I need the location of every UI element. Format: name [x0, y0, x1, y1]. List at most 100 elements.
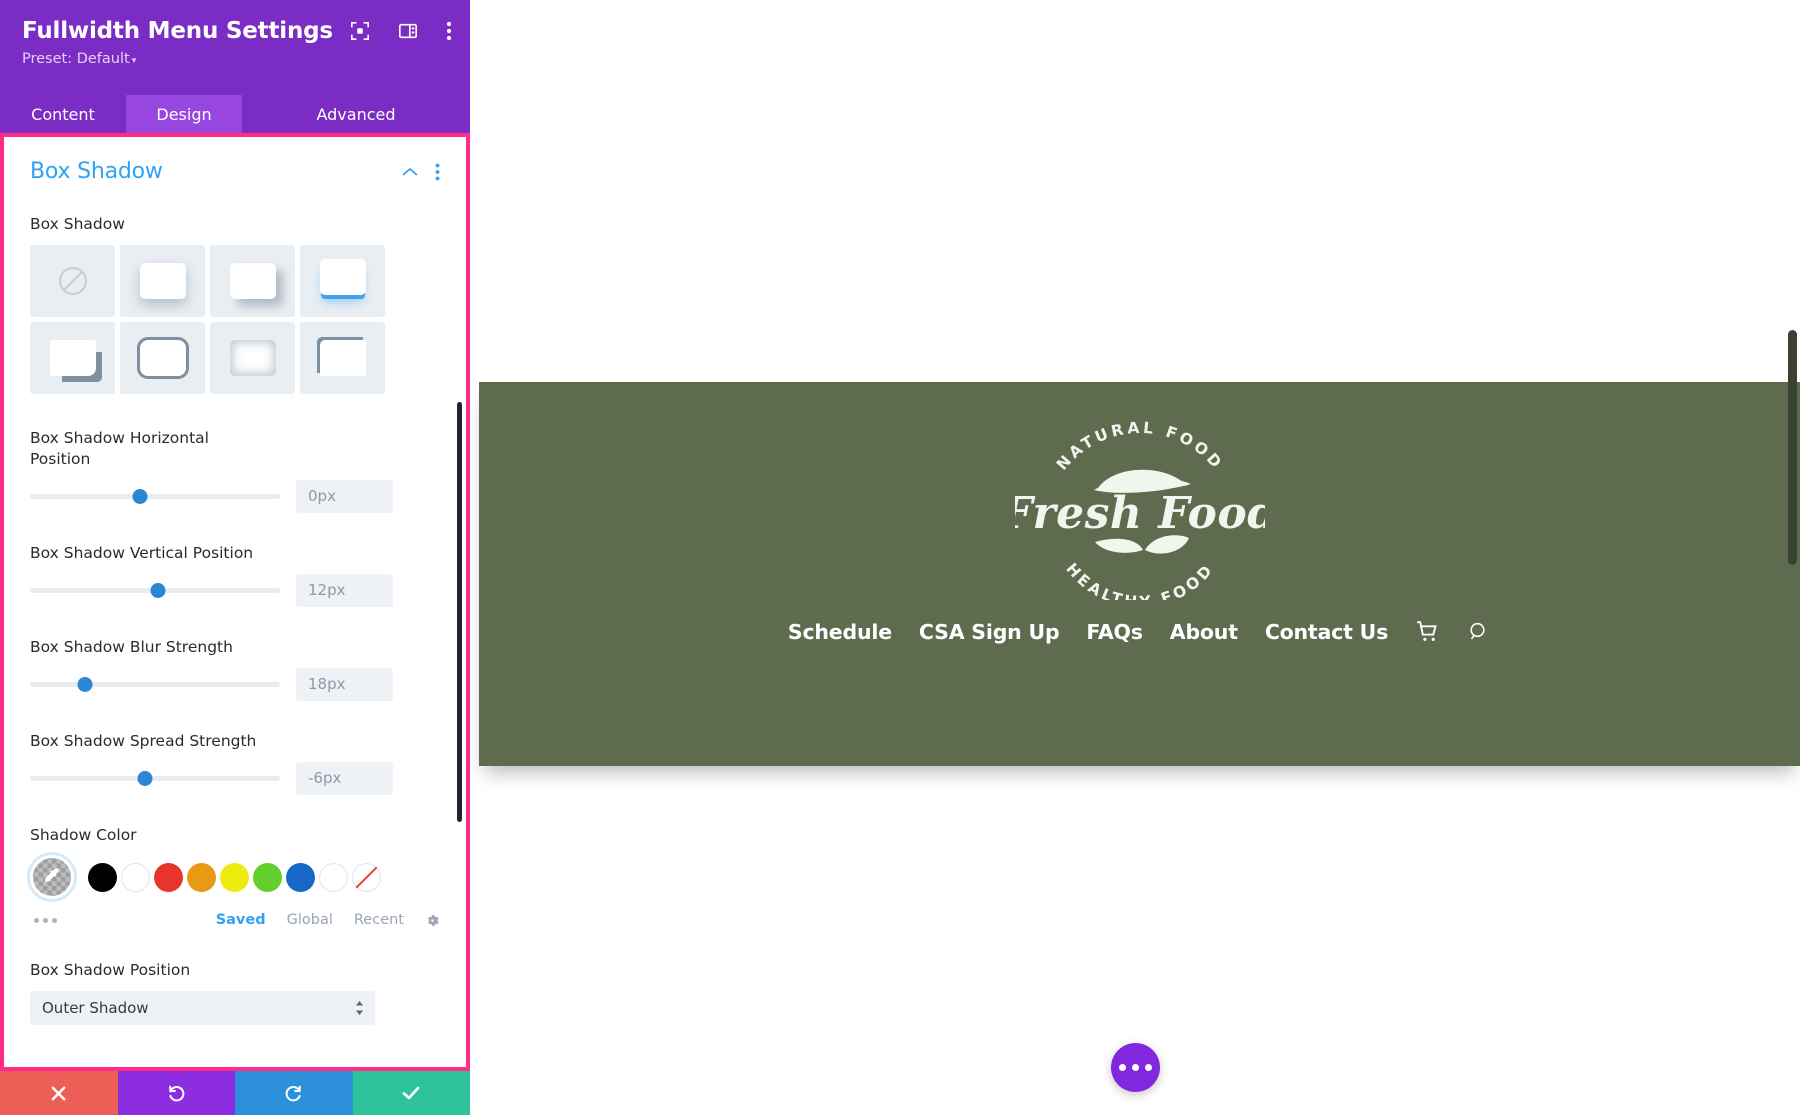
swatch-white-outline[interactable]: [319, 862, 348, 892]
gear-icon[interactable]: [425, 913, 440, 928]
site-logo[interactable]: NATURAL FOOD HEALTHY FOOD: [479, 420, 1800, 600]
box-shadow-position-select[interactable]: Outer Shadow: [30, 991, 375, 1026]
tab-content[interactable]: Content: [0, 95, 126, 133]
swatch-green[interactable]: [253, 862, 282, 892]
tab-advanced[interactable]: Advanced: [242, 95, 470, 133]
slider-knob[interactable]: [150, 583, 165, 599]
shadow-preset-offset-solid[interactable]: [30, 321, 115, 394]
horizontal-position-control: 0px: [30, 479, 440, 513]
slider-knob[interactable]: [137, 771, 153, 787]
svg-text:Fresh Food: Fresh Food: [1015, 488, 1265, 539]
shadow-color-swatches: [30, 855, 440, 900]
layout-panel-icon[interactable]: [398, 21, 418, 41]
panel-body: Box Shadow Box Shadow Box Shadow Horizon…: [4, 137, 466, 1067]
swatch-blue[interactable]: [286, 862, 315, 892]
save-button[interactable]: [352, 1071, 470, 1115]
panel-preset-label: Preset: Default: [22, 51, 130, 67]
kebab-menu-icon[interactable]: [435, 163, 440, 181]
vertical-position-control: 12px: [30, 573, 440, 607]
nav-item-about[interactable]: About: [1170, 620, 1238, 644]
cancel-button[interactable]: [0, 1071, 118, 1115]
panel-header: Fullwidth Menu Settings Preset: Default ▾: [0, 0, 470, 95]
nav-item-faqs[interactable]: FAQs: [1086, 620, 1143, 644]
panel-tabs: Content Design Advanced: [0, 95, 470, 133]
svg-text:NATURAL FOOD: NATURAL FOOD: [1052, 420, 1226, 474]
shadow-preset-none[interactable]: [30, 244, 115, 317]
module-settings-panel: Fullwidth Menu Settings Preset: Default ▾: [0, 0, 470, 1115]
panel-action-bar: [0, 1071, 470, 1115]
swatch-black[interactable]: [88, 862, 117, 892]
swatch-white[interactable]: [121, 862, 150, 892]
vertical-position-label: Box Shadow Vertical Position: [30, 543, 254, 562]
search-icon[interactable]: [1467, 620, 1491, 644]
panel-preset-selector[interactable]: Preset: Default ▾: [22, 51, 448, 67]
undo-icon: [166, 1083, 187, 1104]
swatch-orange[interactable]: [187, 862, 216, 892]
panel-header-icons: [350, 20, 452, 42]
vertical-position-value[interactable]: 12px: [296, 573, 393, 607]
kebab-menu-icon[interactable]: [446, 20, 452, 42]
no-shadow-icon: [58, 266, 87, 295]
primary-navigation[interactable]: Schedule CSA Sign Up FAQs About Contact …: [479, 619, 1800, 644]
slider-knob[interactable]: [132, 489, 148, 505]
blur-strength-label: Box Shadow Blur Strength: [30, 637, 233, 656]
tab-design[interactable]: Design: [126, 95, 242, 133]
box-shadow-preset-grid: [30, 244, 440, 394]
shadow-color-label: Shadow Color: [30, 825, 137, 844]
palette-tabs: Saved Global Recent: [216, 912, 440, 928]
ellipsis-icon[interactable]: [34, 917, 57, 923]
redo-button[interactable]: [235, 1071, 353, 1115]
horizontal-position-value[interactable]: 0px: [296, 479, 393, 513]
redo-icon: [283, 1083, 304, 1104]
chevron-up-icon[interactable]: [401, 166, 419, 178]
shadow-preset-underline-blue[interactable]: [300, 244, 385, 317]
ellipsis-dot: [1119, 1064, 1126, 1071]
swatch-red[interactable]: [154, 862, 183, 892]
ellipsis-dot: [1145, 1064, 1152, 1071]
box-shadow-position-label: Box Shadow Position: [30, 961, 191, 980]
section-title: Box Shadow: [30, 159, 163, 184]
vertical-position-slider[interactable]: [30, 580, 280, 600]
slider-knob[interactable]: [77, 677, 93, 693]
check-icon: [400, 1082, 422, 1104]
shadow-preset-bottom[interactable]: [120, 244, 205, 317]
shadow-preset-outline[interactable]: [120, 321, 205, 394]
panel-body-frame: Box Shadow Box Shadow Box Shadow Horizon…: [0, 133, 470, 1071]
eyedropper-icon[interactable]: [30, 855, 74, 900]
shadow-preset-inset[interactable]: [210, 321, 295, 394]
close-icon: [49, 1084, 68, 1103]
spread-strength-control: -6px: [30, 761, 440, 795]
shadow-preset-diagonal[interactable]: [210, 244, 295, 317]
page-scrollbar[interactable]: [1788, 330, 1797, 565]
fullwidth-menu-module[interactable]: NATURAL FOOD HEALTHY FOOD: [479, 382, 1800, 766]
spread-strength-value[interactable]: -6px: [296, 761, 393, 795]
undo-button[interactable]: [117, 1071, 235, 1115]
sort-arrows-icon: [354, 1000, 365, 1016]
palette-tab-recent[interactable]: Recent: [354, 912, 404, 928]
blur-strength-slider[interactable]: [30, 674, 280, 694]
swatch-transparent[interactable]: [352, 862, 381, 892]
chevron-down-icon: ▾: [131, 56, 137, 66]
swatch-yellow[interactable]: [220, 862, 249, 892]
nav-item-contact-us[interactable]: Contact Us: [1265, 620, 1388, 644]
slider-track: [30, 776, 280, 782]
page-settings-fab[interactable]: [1111, 1043, 1160, 1092]
svg-text:HEALTHY FOOD: HEALTHY FOOD: [1062, 560, 1217, 600]
blur-strength-value[interactable]: 18px: [296, 667, 393, 701]
palette-tab-saved[interactable]: Saved: [216, 912, 266, 928]
palette-tab-global[interactable]: Global: [287, 912, 333, 928]
shadow-preset-corner[interactable]: [300, 321, 385, 394]
box-shadow-position-value: Outer Shadow: [42, 999, 149, 1018]
slider-track: [30, 682, 280, 688]
box-shadow-section-header: Box Shadow: [30, 159, 440, 184]
cart-icon[interactable]: [1415, 619, 1440, 644]
spread-strength-slider[interactable]: [30, 768, 280, 788]
horizontal-position-slider[interactable]: [30, 486, 280, 506]
nav-item-csa-sign-up[interactable]: CSA Sign Up: [919, 620, 1060, 644]
color-palette-footer: Saved Global Recent: [30, 910, 440, 930]
nav-item-schedule[interactable]: Schedule: [788, 620, 892, 644]
panel-scrollbar[interactable]: [457, 402, 462, 822]
slider-track: [30, 494, 280, 500]
horizontal-position-label: Box Shadow Horizontal Position: [30, 428, 209, 468]
focus-icon[interactable]: [350, 21, 370, 41]
